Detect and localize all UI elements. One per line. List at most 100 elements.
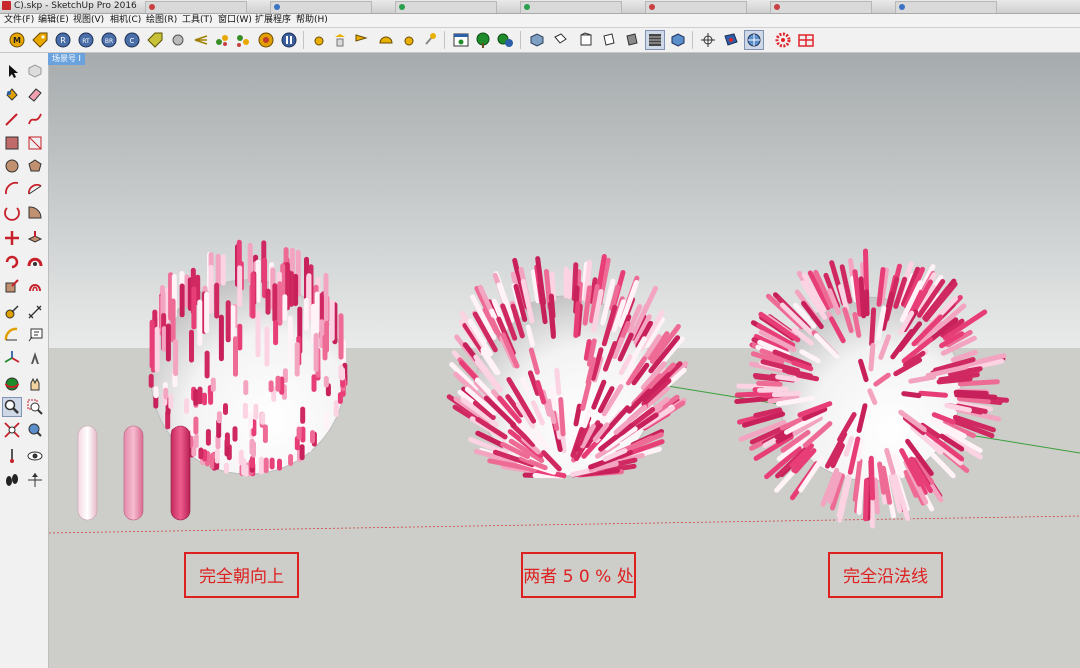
gear-plugin-icon[interactable] xyxy=(257,31,275,49)
background-tab[interactable] xyxy=(895,1,997,13)
red-gear-plugin-icon[interactable] xyxy=(774,31,792,49)
previous-view-icon[interactable] xyxy=(26,421,44,439)
tree-component-icon[interactable] xyxy=(474,31,492,49)
dome-tool-icon[interactable] xyxy=(377,31,395,49)
menu-window[interactable]: 窗口(W) xyxy=(218,14,252,27)
tape-measure-icon[interactable] xyxy=(3,303,21,321)
forest-component-icon[interactable] xyxy=(496,31,514,49)
background-tab[interactable] xyxy=(270,1,372,13)
offset-icon[interactable] xyxy=(26,277,44,295)
background-tab[interactable] xyxy=(520,1,622,13)
eraser-icon[interactable] xyxy=(26,85,44,103)
paint-bucket-icon[interactable] xyxy=(3,85,21,103)
top-view-icon[interactable] xyxy=(551,31,569,49)
right-view-icon[interactable] xyxy=(600,31,618,49)
caption-fully-up: 完全朝向上 xyxy=(184,552,299,598)
pill-dark xyxy=(170,425,191,521)
background-tab[interactable] xyxy=(145,1,247,13)
pin-tool-icon[interactable] xyxy=(421,31,439,49)
three-point-arc-icon[interactable] xyxy=(3,203,21,221)
background-tab[interactable] xyxy=(395,1,497,13)
spray-plugin-icon[interactable] xyxy=(192,31,210,49)
tag-plugin-icon[interactable] xyxy=(146,31,164,49)
pill-spike xyxy=(863,478,869,522)
m-plugin-icon[interactable]: M xyxy=(8,31,26,49)
c-plugin-icon[interactable]: C xyxy=(123,31,141,49)
back-view-icon[interactable] xyxy=(623,31,641,49)
menu-camera[interactable]: 相机(C) xyxy=(110,14,141,27)
main-toolbar: M R RT BR C xyxy=(0,28,1080,53)
make-component-icon[interactable] xyxy=(26,62,44,80)
rt-plugin-icon[interactable]: RT xyxy=(77,31,95,49)
text-tool-icon[interactable] xyxy=(26,326,44,344)
freehand-icon[interactable] xyxy=(26,110,44,128)
zoom-window-icon[interactable] xyxy=(26,398,44,416)
pill-spike xyxy=(901,391,922,399)
scale-icon[interactable] xyxy=(3,277,21,295)
scatter-plugin-icon[interactable] xyxy=(213,31,231,49)
axes-tool-icon[interactable] xyxy=(3,349,21,367)
menu-draw[interactable]: 绘图(R) xyxy=(146,14,177,27)
scene-tab[interactable]: 场景号 I xyxy=(48,53,85,65)
menu-file[interactable]: 文件(F) xyxy=(4,14,34,27)
orbit-icon[interactable] xyxy=(3,375,21,393)
rotated-rectangle-icon[interactable] xyxy=(26,134,44,152)
front-view-icon[interactable] xyxy=(577,31,595,49)
pill-spike xyxy=(554,367,562,396)
rectangle-icon[interactable] xyxy=(3,134,21,152)
title-bar: С).skp - SketchUp Pro 2016 xyxy=(0,0,1080,14)
menu-edit[interactable]: 编辑(E) xyxy=(38,14,69,27)
3d-text-icon[interactable] xyxy=(26,349,44,367)
pill-spike xyxy=(918,390,948,398)
section-display-icon[interactable] xyxy=(744,30,764,50)
scatter-alt-plugin-icon[interactable] xyxy=(234,31,252,49)
walk-icon[interactable] xyxy=(3,471,21,489)
menu-extensions[interactable]: 扩展程序 xyxy=(255,14,291,27)
background-tab[interactable] xyxy=(645,1,747,13)
position-camera-icon[interactable] xyxy=(3,447,21,465)
rotate-icon[interactable] xyxy=(3,253,21,271)
ball-tool-icon[interactable] xyxy=(400,31,418,49)
iso-view-icon[interactable] xyxy=(528,31,546,49)
two-point-arc-icon[interactable] xyxy=(26,180,44,198)
section-plane-icon[interactable] xyxy=(722,31,740,49)
window-component-icon[interactable] xyxy=(452,31,470,49)
background-tab[interactable] xyxy=(770,1,872,13)
dot-tool-icon[interactable] xyxy=(310,31,328,49)
menu-help[interactable]: 帮助(H) xyxy=(296,14,328,27)
br-plugin-icon[interactable]: BR xyxy=(100,31,118,49)
pill-spike xyxy=(573,403,582,427)
pill-spike xyxy=(868,455,876,501)
stack-tool-icon[interactable] xyxy=(331,31,349,49)
follow-me-icon[interactable] xyxy=(26,253,44,271)
select-arrow-icon[interactable] xyxy=(3,62,21,80)
pause-plugin-icon[interactable] xyxy=(280,31,298,49)
zoom-icon[interactable] xyxy=(2,397,22,417)
pill-spike xyxy=(868,349,875,372)
arc-icon[interactable] xyxy=(3,180,21,198)
zoom-extents-icon[interactable] xyxy=(3,421,21,439)
dimension-icon[interactable] xyxy=(26,303,44,321)
pie-icon[interactable] xyxy=(26,203,44,221)
push-pull-icon[interactable] xyxy=(26,229,44,247)
pan-hand-icon[interactable] xyxy=(26,375,44,393)
protractor-icon[interactable] xyxy=(3,326,21,344)
axis-tool-icon[interactable] xyxy=(699,31,717,49)
toolbar-separator xyxy=(303,31,304,49)
section-plane-tool-icon[interactable] xyxy=(26,471,44,489)
shaded-style-icon[interactable] xyxy=(645,30,665,50)
flag-tool-icon[interactable] xyxy=(352,31,370,49)
sphere-plugin-icon[interactable] xyxy=(169,31,187,49)
menu-tools[interactable]: 工具(T) xyxy=(182,14,213,27)
line-pencil-icon[interactable] xyxy=(3,110,21,128)
move-icon[interactable] xyxy=(3,229,21,247)
menu-view[interactable]: 视图(V) xyxy=(73,14,104,27)
r-tag-plugin-icon[interactable] xyxy=(31,31,49,49)
r-plugin-icon[interactable]: R xyxy=(54,31,72,49)
red-grid-plugin-icon[interactable] xyxy=(797,31,815,49)
textured-style-icon[interactable] xyxy=(669,31,687,49)
circle-icon[interactable] xyxy=(3,157,21,175)
pill-spike xyxy=(756,380,783,387)
look-around-icon[interactable] xyxy=(26,447,44,465)
polygon-icon[interactable] xyxy=(26,157,44,175)
